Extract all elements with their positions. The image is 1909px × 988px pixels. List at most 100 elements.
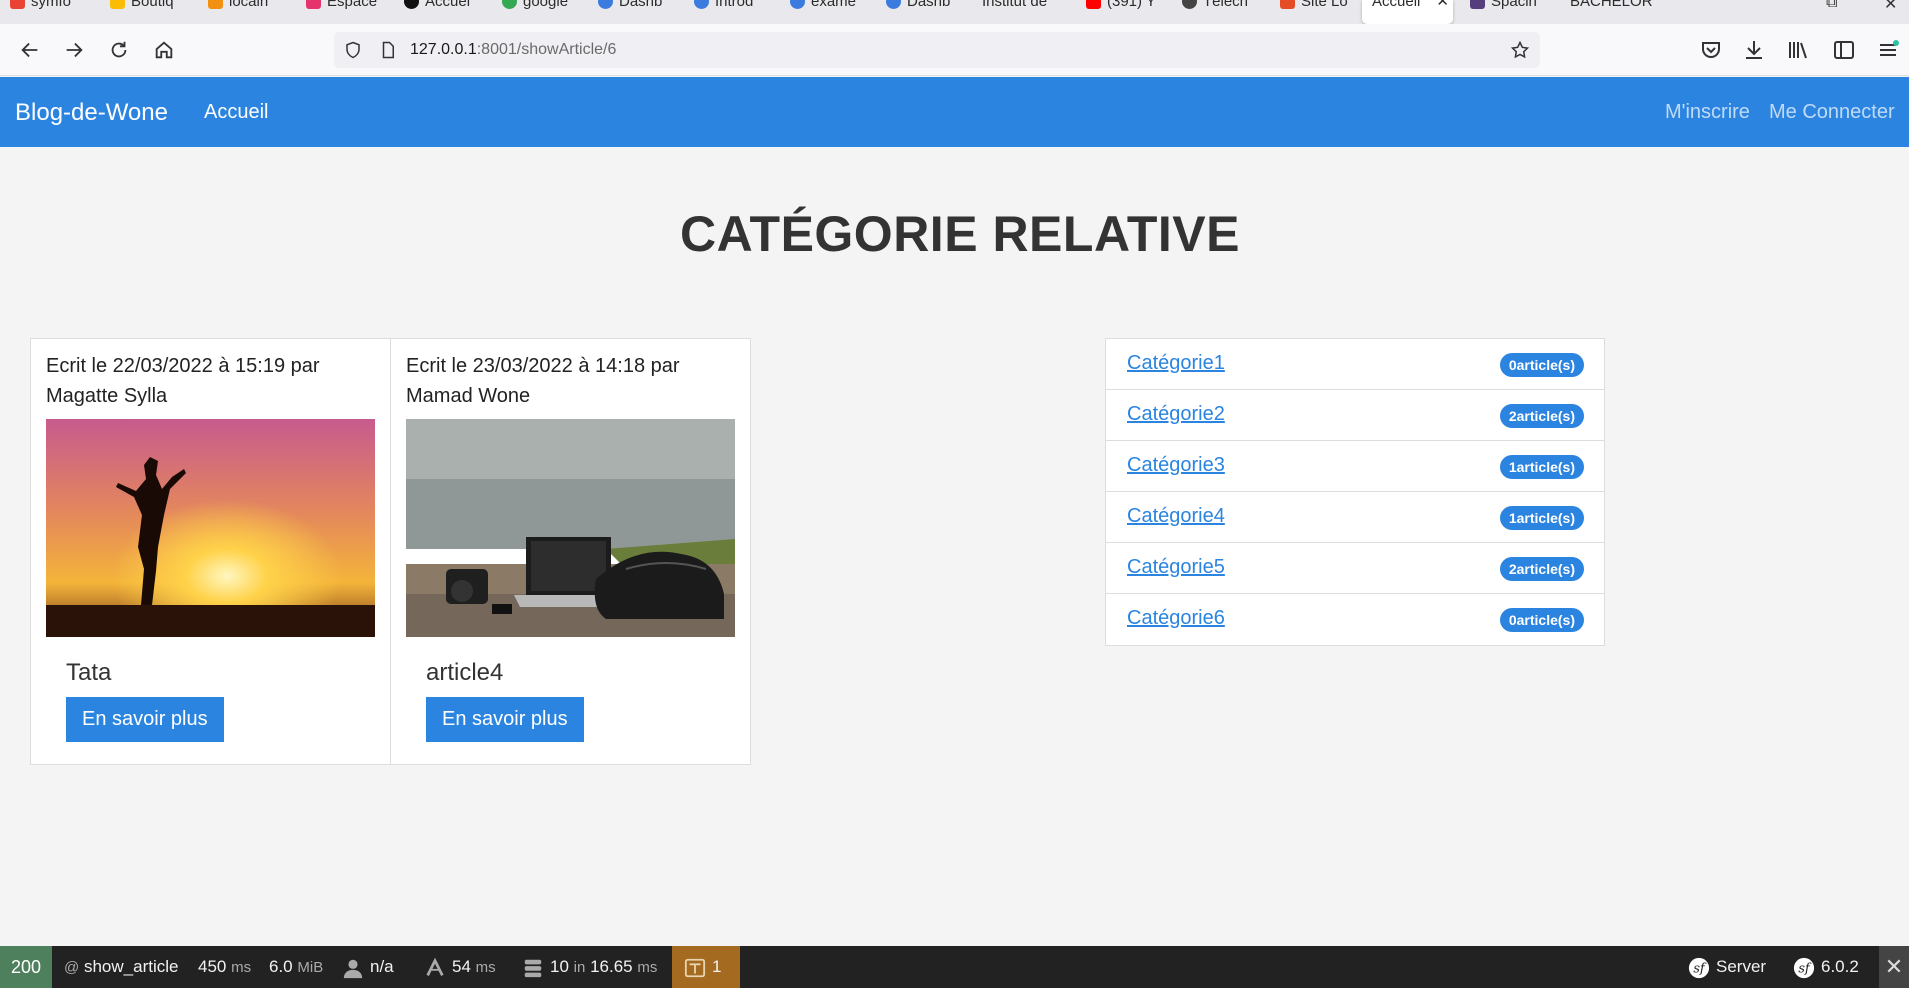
tab-favicon-icon [1280, 0, 1295, 9]
category-link[interactable]: Catégorie2 [1127, 403, 1225, 426]
read-more-button[interactable]: En savoir plus [66, 697, 224, 742]
browser-tab[interactable]: (391) Y [1076, 0, 1172, 24]
list-item: Catégorie3 1article(s) [1106, 441, 1604, 492]
browser-tab[interactable]: exame [780, 0, 876, 24]
browser-tab[interactable]: Accuei [394, 0, 492, 24]
address-bar[interactable]: 127.0.0.1:8001/showArticle/6 [334, 32, 1540, 68]
bookmark-star-icon[interactable] [1510, 40, 1530, 60]
browser-tab[interactable]: Boutiq [100, 0, 198, 24]
time-panel[interactable]: 450 ms [198, 946, 251, 988]
route-name: show_article [83, 957, 179, 976]
site-navbar: Blog-de-Wone Accueil M'inscrire Me Conne… [0, 77, 1909, 147]
list-item: Catégorie4 1article(s) [1106, 492, 1604, 543]
page-icon[interactable] [379, 41, 397, 59]
forward-button[interactable] [62, 38, 86, 62]
category-link[interactable]: Catégorie1 [1127, 352, 1225, 375]
browser-tab[interactable]: Dashb [588, 0, 684, 24]
category-list: Catégorie1 0article(s) Catégorie2 2artic… [1105, 338, 1605, 646]
list-item: Catégorie5 2article(s) [1106, 543, 1604, 594]
article-card: Ecrit le 23/03/2022 à 14:18 par Mamad Wo… [390, 338, 751, 765]
symfony-icon: sf [1793, 957, 1815, 978]
site-brand[interactable]: Blog-de-Wone [15, 99, 168, 127]
gmail-icon [10, 0, 25, 9]
toolbar-close-icon[interactable]: ✕ [1879, 946, 1909, 988]
ajax-panel[interactable]: 54 ms [424, 946, 496, 988]
menu-icon[interactable] [1876, 38, 1900, 62]
article-count-badge: 0article(s) [1499, 353, 1584, 377]
category-link[interactable]: Catégorie3 [1127, 454, 1225, 477]
phpmyadmin-icon [208, 0, 223, 9]
tab-favicon-icon [306, 0, 321, 9]
memory-panel[interactable]: 6.0 MiB [269, 946, 323, 988]
browser-tab[interactable]: google [492, 0, 588, 24]
bootstrap-icon [1470, 0, 1485, 9]
browser-tab[interactable]: Site Lo [1270, 0, 1362, 24]
article-count-badge: 2article(s) [1499, 404, 1584, 428]
server-panel[interactable]: sf Server [1688, 946, 1766, 988]
sidebar-icon[interactable] [1832, 38, 1856, 62]
browser-tab[interactable]: Spacin [1460, 0, 1560, 24]
at-icon: @ [64, 959, 80, 976]
reload-icon [111, 41, 127, 58]
shield-icon[interactable] [344, 41, 362, 59]
version-panel[interactable]: sf 6.0.2 [1793, 946, 1859, 988]
category-link[interactable]: Catégorie6 [1127, 607, 1225, 630]
browser-tab[interactable]: Dashb [876, 0, 972, 24]
article-count-badge: 1article(s) [1499, 455, 1584, 479]
browser-tab[interactable]: Introd [684, 0, 780, 24]
browser-toolbar: 127.0.0.1:8001/showArticle/6 [0, 24, 1909, 76]
browser-tab[interactable]: Espace [296, 0, 394, 24]
article-count-badge: 2article(s) [1499, 557, 1584, 581]
close-icon[interactable]: ✕ [1436, 0, 1449, 10]
article-meta: Ecrit le 23/03/2022 à 14:18 par Mamad Wo… [406, 355, 680, 407]
tab-favicon-icon [404, 0, 419, 9]
tab-favicon-icon [598, 0, 613, 9]
google-icon [502, 0, 517, 9]
symfony-debug-toolbar: 200 @ show_article 450 ms 6.0 MiB n/a 54… [0, 946, 1909, 988]
tab-favicon-icon [694, 0, 709, 9]
browser-tab[interactable]: localh [198, 0, 296, 24]
pocket-icon[interactable] [1699, 38, 1723, 62]
article-title: Tata [66, 659, 112, 686]
status-code-badge[interactable]: 200 [0, 946, 52, 988]
forward-arrow-icon [66, 42, 83, 58]
browser-tab-active[interactable]: Accueil ✕ [1362, 0, 1453, 24]
tab-favicon-icon [886, 0, 901, 9]
home-button[interactable] [152, 38, 176, 62]
ajax-icon [426, 957, 444, 976]
browser-tab-strip: symfo Boutiq localh Espace Accuei google… [0, 0, 1909, 24]
reload-button[interactable] [107, 38, 131, 62]
twig-panel[interactable]: 1 [672, 946, 740, 988]
browser-tab[interactable]: Télécn [1172, 0, 1270, 24]
category-link[interactable]: Catégorie4 [1127, 505, 1225, 528]
article-meta: Ecrit le 22/03/2022 à 15:19 par Magatte … [46, 355, 320, 407]
twig-icon [684, 958, 706, 977]
article-title: article4 [426, 659, 504, 686]
list-item: Catégorie1 0article(s) [1106, 339, 1604, 390]
nav-link-login[interactable]: Me Connecter [1769, 101, 1895, 124]
browser-tab[interactable]: symfo [0, 0, 100, 24]
list-item: Catégorie6 0article(s) [1106, 594, 1604, 645]
nav-link-home[interactable]: Accueil [204, 101, 268, 124]
browser-tab[interactable]: Institut de [972, 0, 1076, 24]
restore-window-icon[interactable]: ⧉ [1826, 0, 1837, 12]
tab-favicon-icon [110, 0, 125, 9]
route-panel[interactable]: @ show_article [64, 946, 178, 988]
user-panel[interactable]: n/a [342, 946, 394, 988]
library-icon[interactable] [1786, 38, 1810, 62]
home-icon [155, 41, 173, 59]
close-window-icon[interactable]: ✕ [1884, 0, 1897, 14]
tab-favicon-icon [790, 0, 805, 9]
laptop-camera-bag-image [406, 419, 735, 637]
download-icon[interactable] [1742, 38, 1766, 62]
sunset-silhouette-image [46, 419, 375, 637]
database-panel[interactable]: 10 in 16.65 ms [522, 946, 657, 988]
read-more-button[interactable]: En savoir plus [426, 697, 584, 742]
category-link[interactable]: Catégorie5 [1127, 556, 1225, 579]
browser-tab[interactable]: BACHELOR [1560, 0, 1664, 24]
back-button[interactable] [18, 38, 42, 62]
nav-link-register[interactable]: M'inscrire [1665, 101, 1750, 124]
list-item: Catégorie2 2article(s) [1106, 390, 1604, 441]
url-text[interactable]: 127.0.0.1:8001/showArticle/6 [410, 41, 616, 59]
article-count-badge: 0article(s) [1499, 608, 1584, 632]
